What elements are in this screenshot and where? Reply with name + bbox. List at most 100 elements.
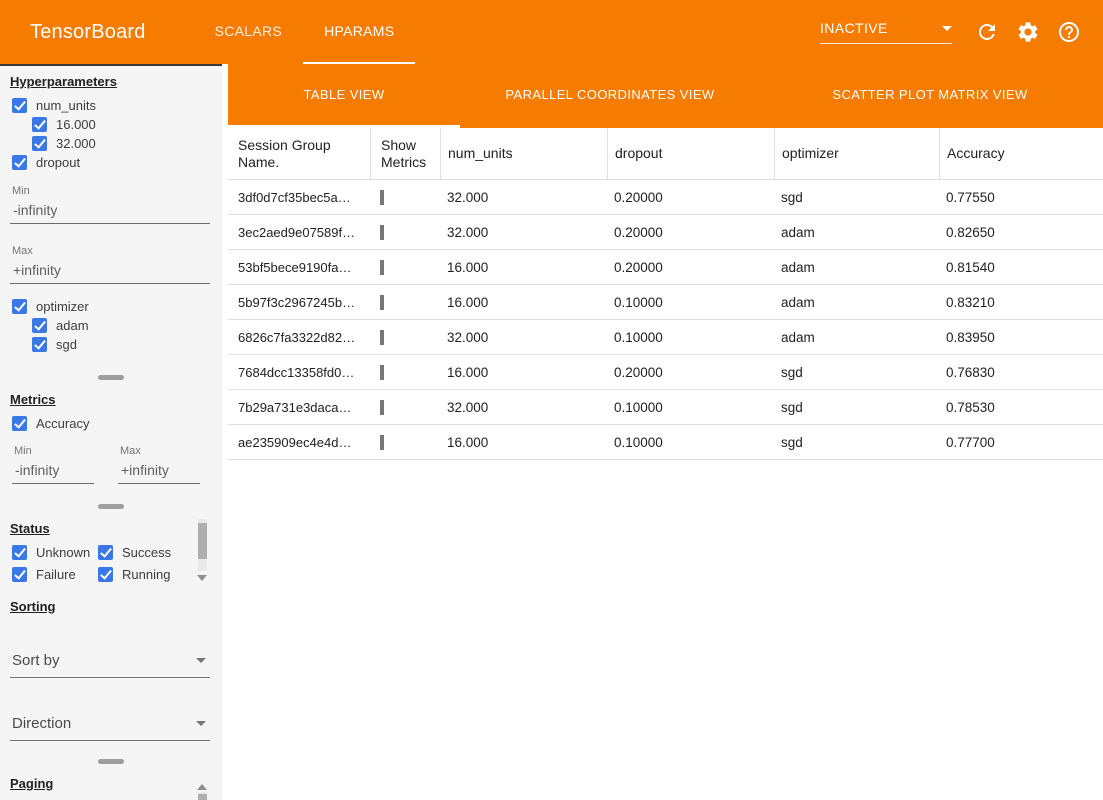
num-units-16-checkbox[interactable]: [32, 117, 47, 132]
column-header-optimizer[interactable]: optimizer: [774, 128, 939, 179]
section-resize-handle[interactable]: [98, 375, 124, 380]
show-metrics-checkbox[interactable]: [380, 295, 384, 310]
optimizer-value: sgd: [774, 365, 939, 380]
dropout-value: 0.20000: [607, 225, 774, 240]
num-units-32-checkbox[interactable]: [32, 136, 47, 151]
column-header-accuracy[interactable]: Accuracy: [939, 128, 1103, 179]
show-metrics-checkbox[interactable]: [380, 225, 384, 240]
status-success-label: Success: [122, 545, 171, 560]
dropout-value: 0.10000: [607, 295, 774, 310]
show-metrics-checkbox[interactable]: [380, 365, 384, 380]
table-row: 3ec2aed9e07589f… 32.000 0.20000 adam 0.8…: [228, 215, 1103, 250]
status-unknown-row: Unknown: [0, 543, 86, 562]
num-units-checkbox[interactable]: [12, 98, 27, 113]
table-row: 53bf5bece9190fa… 16.000 0.20000 adam 0.8…: [228, 250, 1103, 285]
metric-accuracy-row: Accuracy: [0, 414, 222, 433]
section-resize-handle[interactable]: [98, 504, 124, 509]
chevron-down-icon: [196, 721, 206, 726]
column-header-show-metrics[interactable]: Show Metrics: [370, 128, 440, 179]
show-metrics-checkbox[interactable]: [380, 260, 384, 275]
refresh-button[interactable]: [975, 20, 999, 44]
paging-scrollbar[interactable]: [198, 792, 207, 800]
status-success-row: Success: [86, 543, 172, 562]
tab-scalars[interactable]: SCALARS: [194, 0, 303, 64]
scrollbar-thumb[interactable]: [198, 794, 207, 800]
accuracy-value: 0.81540: [939, 260, 1103, 275]
view-tabs: TABLE VIEW PARALLEL COORDINATES VIEW SCA…: [228, 64, 1103, 128]
metric-max-label: Max: [120, 445, 200, 457]
metric-max-input[interactable]: [118, 458, 200, 484]
help-button[interactable]: [1057, 20, 1081, 44]
status-success-checkbox[interactable]: [98, 545, 113, 560]
dropout-min-label: Min: [12, 185, 222, 197]
dropout-max-label: Max: [12, 245, 222, 257]
hparams-sidebar: Hyperparameters num_units 16.000 32.000 …: [0, 64, 222, 800]
metrics-heading: Metrics: [10, 392, 222, 407]
tab-table-view[interactable]: TABLE VIEW: [228, 64, 460, 128]
optimizer-adam-checkbox[interactable]: [32, 318, 47, 333]
direction-select[interactable]: Direction: [10, 708, 210, 741]
section-resize-handle[interactable]: [98, 759, 124, 764]
table-row: 7b29a731e3daca… 32.000 0.10000 sgd 0.785…: [228, 390, 1103, 425]
settings-button[interactable]: [1016, 20, 1040, 44]
accuracy-checkbox[interactable]: [12, 416, 27, 431]
scroll-down-icon[interactable]: [197, 575, 207, 581]
session-group-name: 7b29a731e3daca…: [228, 400, 370, 415]
tab-parallel-coordinates-view[interactable]: PARALLEL COORDINATES VIEW: [460, 64, 760, 128]
status-unknown-label: Unknown: [36, 545, 90, 560]
show-metrics-checkbox[interactable]: [380, 400, 384, 415]
hparams-main-panel: TABLE VIEW PARALLEL COORDINATES VIEW SCA…: [228, 64, 1103, 800]
tab-scatter-plot-matrix-view[interactable]: SCATTER PLOT MATRIX VIEW: [760, 64, 1100, 128]
status-scrollbar[interactable]: [198, 519, 207, 571]
hparam-num-units-row: num_units: [0, 96, 222, 115]
session-group-name: 3ec2aed9e07589f…: [228, 225, 370, 240]
hyperparameters-heading: Hyperparameters: [10, 74, 222, 89]
num-units-value: 16.000: [440, 435, 607, 450]
optimizer-sgd-checkbox[interactable]: [32, 337, 47, 352]
status-unknown-checkbox[interactable]: [12, 545, 27, 560]
dropout-min-input[interactable]: [10, 198, 210, 224]
num-units-value: 16.000: [440, 365, 607, 380]
gear-icon: [1016, 20, 1040, 44]
optimizer-label: optimizer: [36, 299, 89, 314]
top-bar: TensorBoard SCALARS HPARAMS INACTIVE: [0, 0, 1103, 64]
dropout-value: 0.20000: [607, 190, 774, 205]
status-failure-label: Failure: [36, 567, 76, 582]
dropout-value: 0.10000: [607, 330, 774, 345]
accuracy-value: 0.83210: [939, 295, 1103, 310]
status-failure-checkbox[interactable]: [12, 567, 27, 582]
section-divider: [0, 500, 222, 513]
optimizer-sgd-label: sgd: [56, 337, 77, 352]
sorting-heading: Sorting: [10, 599, 222, 614]
scrollbar-thumb[interactable]: [198, 523, 207, 559]
show-metrics-checkbox[interactable]: [380, 435, 384, 450]
chevron-down-icon: [942, 26, 952, 31]
run-status-select[interactable]: INACTIVE: [820, 20, 952, 44]
column-header-dropout[interactable]: dropout: [607, 128, 774, 179]
optimizer-checkbox[interactable]: [12, 299, 27, 314]
status-running-label: Running: [122, 567, 170, 582]
accuracy-value: 0.82650: [939, 225, 1103, 240]
accuracy-value: 0.77550: [939, 190, 1103, 205]
sort-by-select[interactable]: Sort by: [10, 645, 210, 678]
help-icon: [1057, 20, 1081, 44]
num-units-value: 32.000: [440, 330, 607, 345]
metric-minmax-fields: Min Max: [12, 433, 222, 484]
dropout-max-input[interactable]: [10, 258, 210, 284]
hparam-value-row: 16.000: [0, 115, 222, 134]
show-metrics-checkbox[interactable]: [380, 330, 384, 345]
metric-min-input[interactable]: [12, 458, 94, 484]
table-row: 6826c7fa3322d82… 32.000 0.10000 adam 0.8…: [228, 320, 1103, 355]
tab-hparams[interactable]: HPARAMS: [303, 0, 415, 64]
dropout-checkbox[interactable]: [12, 155, 27, 170]
table-row: 3df0d7cf35bec5a… 32.000 0.20000 sgd 0.77…: [228, 180, 1103, 215]
show-metrics-checkbox[interactable]: [380, 190, 384, 205]
num-units-label: num_units: [36, 98, 96, 113]
status-options: Unknown Success Failure Running: [0, 543, 186, 584]
status-running-checkbox[interactable]: [98, 567, 113, 582]
scroll-up-icon[interactable]: [197, 784, 207, 790]
column-header-session-group-name[interactable]: Session Group Name.: [228, 128, 370, 179]
column-header-num-units[interactable]: num_units: [440, 128, 607, 179]
session-group-name: ae235909ec4e4d…: [228, 435, 370, 450]
sort-by-value: Sort by: [12, 652, 60, 669]
